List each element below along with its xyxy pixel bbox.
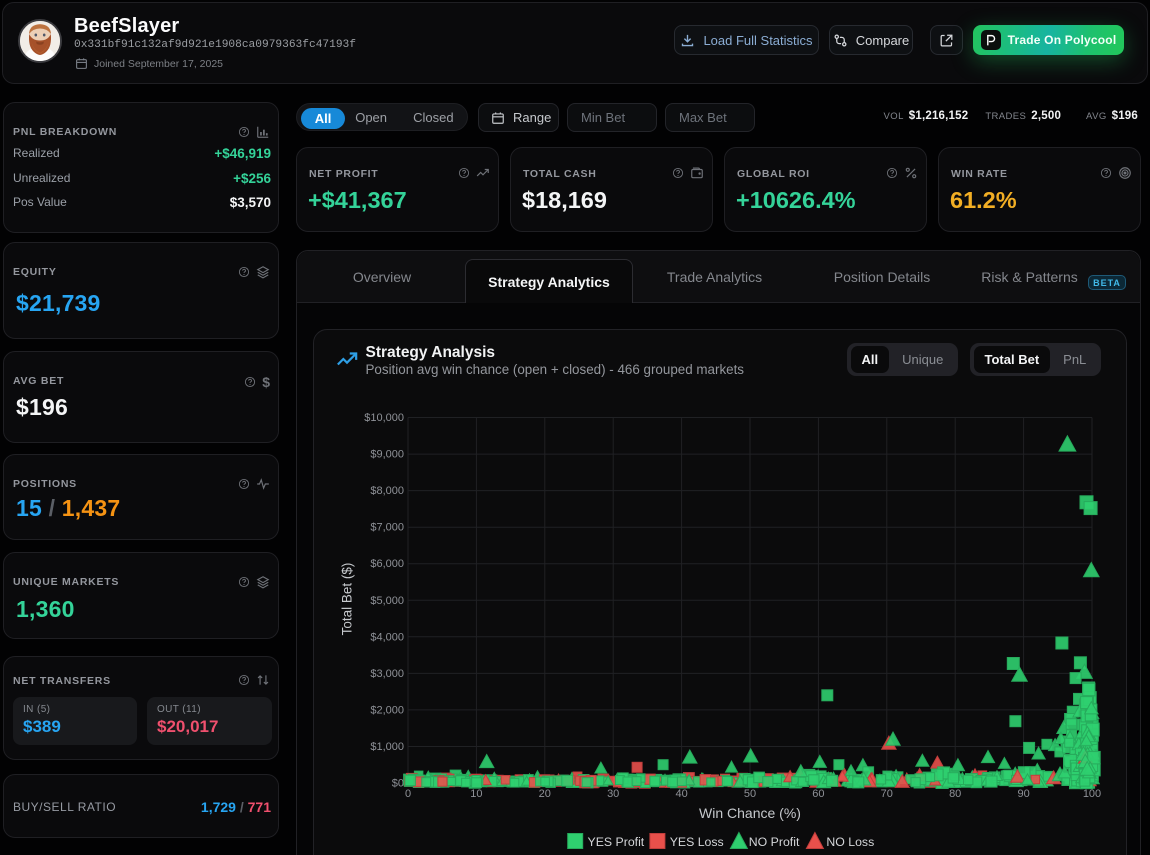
- svg-text:0: 0: [404, 788, 410, 800]
- svg-text:10: 10: [470, 788, 482, 800]
- svg-text:50: 50: [743, 788, 755, 800]
- svg-text:$1,000: $1,000: [370, 741, 404, 753]
- svg-text:60: 60: [812, 788, 824, 800]
- svg-text:$2,000: $2,000: [370, 704, 404, 716]
- svg-text:$0: $0: [391, 777, 403, 789]
- svg-text:NO Loss: NO Loss: [826, 835, 874, 849]
- svg-text:$10,000: $10,000: [364, 412, 404, 424]
- svg-text:$6,000: $6,000: [370, 558, 404, 570]
- svg-text:YES Loss: YES Loss: [669, 835, 723, 849]
- svg-text:70: 70: [880, 788, 892, 800]
- svg-text:$3,000: $3,000: [370, 667, 404, 679]
- svg-text:NO Profit: NO Profit: [748, 835, 799, 849]
- svg-text:Total Bet ($): Total Bet ($): [339, 562, 354, 635]
- svg-text:40: 40: [675, 788, 687, 800]
- svg-text:20: 20: [538, 788, 550, 800]
- svg-text:$9,000: $9,000: [370, 448, 404, 460]
- svg-text:80: 80: [949, 788, 961, 800]
- svg-text:$7,000: $7,000: [370, 521, 404, 533]
- svg-text:100: 100: [1082, 788, 1100, 800]
- svg-text:$4,000: $4,000: [370, 631, 404, 643]
- svg-text:$5,000: $5,000: [370, 594, 404, 606]
- svg-text:30: 30: [607, 788, 619, 800]
- svg-text:90: 90: [1017, 788, 1029, 800]
- svg-text:Win Chance (%): Win Chance (%): [699, 805, 801, 821]
- svg-text:YES Profit: YES Profit: [587, 835, 644, 849]
- svg-text:$8,000: $8,000: [370, 485, 404, 497]
